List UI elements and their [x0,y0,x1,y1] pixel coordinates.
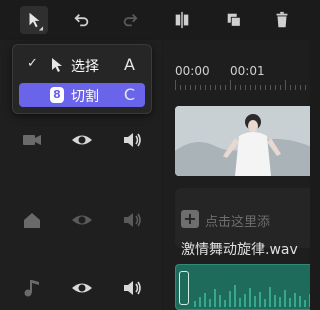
waveform-bar [209,299,211,307]
waveform-bar [279,297,281,307]
waveform-bar [194,301,196,307]
waveform-bar [234,285,236,307]
ruler-tick [210,85,211,90]
waveform-bar [254,296,256,307]
waveform-bar [264,299,266,307]
waveform-bar [239,298,241,307]
split-button[interactable] [168,6,196,34]
undo-icon [74,13,89,27]
eye-icon[interactable] [70,128,94,152]
ruler-tick [190,85,191,90]
ruler-tick [240,85,241,90]
ruler-tick [180,85,181,90]
time-ruler[interactable]: 00:00 00:01 [163,64,310,104]
ruler-tick [195,85,196,90]
menu-item-cut[interactable]: 8 切割 C [19,83,145,107]
plus-icon: + [181,210,199,228]
music-note-icon[interactable] [20,276,44,300]
ruler-tick [280,85,281,90]
menu-item-shortcut: C [123,85,135,104]
eye-icon[interactable] [70,208,94,232]
ruler-tick [275,85,276,90]
waveform-bar [199,297,201,307]
toolbar [0,0,310,40]
ruler-tick [270,85,271,90]
waveform-bar [219,295,221,307]
ruler-tick [230,80,231,90]
speaker-icon[interactable] [120,128,144,152]
waveform-bar [214,289,216,307]
home-icon[interactable] [20,208,44,232]
waveform-bar [289,298,291,307]
ruler-tick [245,85,246,90]
waveform-bar [309,294,310,307]
ruler-tick [300,85,301,90]
video-clip-thumbnail[interactable] [175,106,310,176]
audio-track-header [0,262,162,310]
ruler-tick [205,85,206,90]
waveform-bar [229,291,231,307]
menu-item-label: 切割 [71,89,99,105]
waveform-bar [204,293,206,307]
speaker-icon[interactable] [120,276,144,300]
trash-icon [276,11,288,28]
waveform-bar [304,300,306,307]
eye-icon[interactable] [70,276,94,300]
video-track-header [0,110,162,170]
waveform-bar [224,300,226,307]
undo-button[interactable] [68,6,96,34]
ruler-tick [255,85,256,90]
split-icon [175,11,189,29]
dancer-thumbnail-image [175,106,310,176]
waveform-bar [259,292,261,307]
ruler-tick [220,85,221,90]
waveform-bar [294,293,296,307]
cover-track-header [0,188,162,248]
tool-dropdown-menu: ✓ 选择 A 8 切割 C [12,44,152,114]
ruler-tick [235,85,236,90]
add-media-text: 点击这里添 [205,215,271,230]
ruler-tick [250,85,251,90]
ruler-tick [265,85,266,90]
redo-icon [123,13,138,27]
waveform-bar [269,287,271,307]
waveform-bar [299,296,301,307]
ruler-label: 00:00 [175,64,210,78]
timeline-area[interactable]: 00:00 00:01 + 点击这里添 激情舞动旋律.wav [163,40,310,310]
menu-item-label: 选择 [71,59,99,75]
speaker-icon[interactable] [120,208,144,232]
checkmark-icon: ✓ [27,56,38,71]
ruler-tick [175,80,176,90]
audio-clip-name: 激情舞动旋律.wav [181,242,298,258]
cursor-icon [29,12,40,28]
ruler-tick [285,80,286,90]
waveform-bar [284,290,286,307]
ruler-tick [260,85,261,90]
ruler-tick [290,85,291,90]
ruler-tick [185,85,186,90]
menu-item-shortcut: A [124,55,135,74]
menu-item-select[interactable]: ✓ 选择 A [19,53,145,77]
waveform-bar [274,295,276,307]
video-camera-icon[interactable] [20,128,44,152]
ruler-tick [305,85,306,90]
layers-icon [227,13,241,27]
ruler-tick [225,85,226,90]
cursor-icon [52,58,62,72]
layers-button[interactable] [220,6,248,34]
cut-badge-icon: 8 [50,87,64,103]
delete-button[interactable] [268,6,296,34]
redo-button[interactable] [116,6,144,34]
ruler-tick [295,85,296,90]
ruler-label: 00:01 [230,64,265,78]
select-tool-button[interactable] [20,6,48,34]
ruler-tick [215,85,216,90]
ruler-tick [200,85,201,90]
audio-clip[interactable] [175,264,310,310]
waveform-bar [249,288,251,307]
waveform-bar [244,294,246,307]
audio-trim-handle[interactable] [179,271,189,305]
